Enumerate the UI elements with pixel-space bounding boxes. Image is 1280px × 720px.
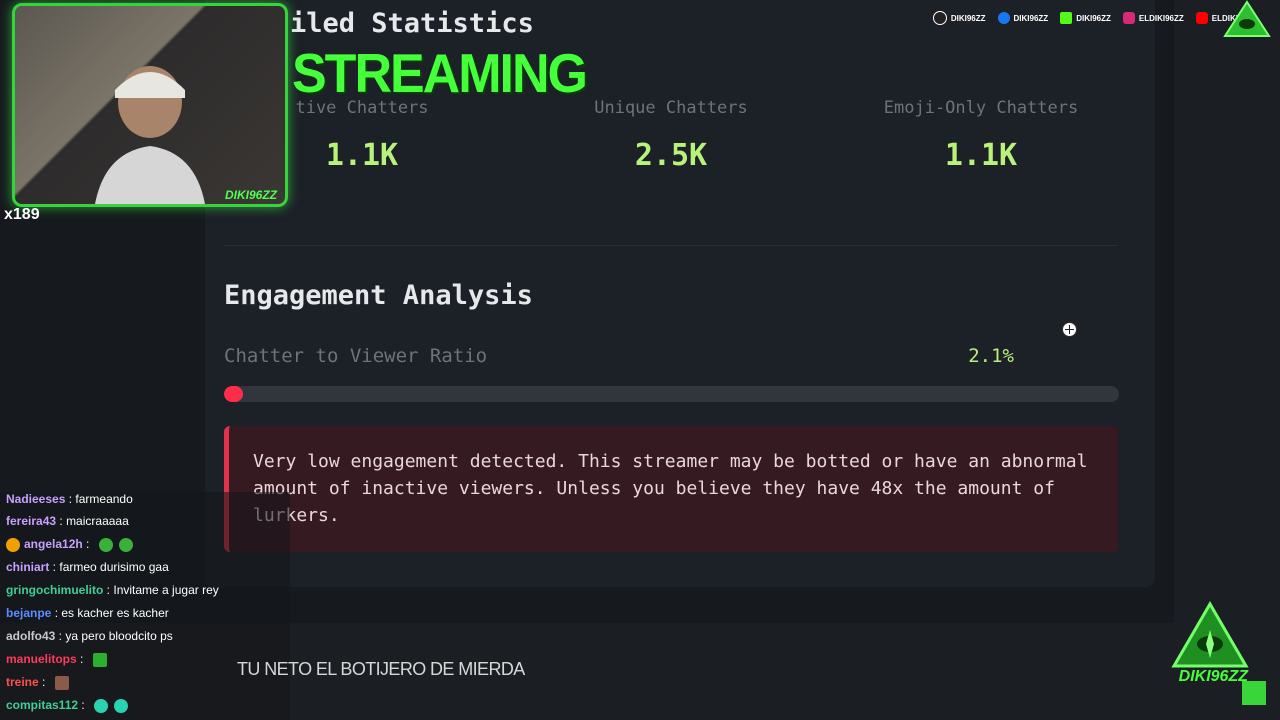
social-handle: DIKI96ZZ <box>1013 13 1049 23</box>
eye-pyramid-logo-icon <box>1223 0 1271 37</box>
chat-message: Nadieeses : farmeando <box>6 492 133 506</box>
chat-message: compitas112 : <box>6 698 129 713</box>
tiktok-icon <box>932 11 947 25</box>
stats-title: iled Statistics <box>290 8 534 39</box>
chat-text: ya pero bloodcito ps <box>65 629 173 643</box>
social-facebook[interactable]: DIKI96ZZ <box>997 12 1049 24</box>
sub-count: x189 <box>4 206 40 223</box>
webcam-frame: DIKI96ZZ <box>12 3 288 207</box>
chat-user: bejanpe <box>6 606 52 620</box>
caption-text: TU NETO EL BOTIJERO DE MIERDA <box>237 659 525 679</box>
chat-message: chiniart : farmeo durisimo gaa <box>6 560 169 574</box>
chat-message: adolfo43 : ya pero bloodcito ps <box>6 629 173 643</box>
ratio-label: Chatter to Viewer Ratio <box>224 345 488 367</box>
ratio-value: 2.1% <box>968 345 1014 367</box>
chat-text: Invitame a jugar rey <box>113 583 219 597</box>
emote-icon <box>94 698 109 713</box>
emote-icon <box>92 652 107 667</box>
corner-badge-icon <box>1242 681 1266 705</box>
chat-user: angela12h <box>24 537 83 551</box>
chat-text: es kacher es kacher <box>61 606 169 620</box>
chat-user: treine <box>6 675 39 689</box>
warning-box: Very low engagement detected. This strea… <box>224 426 1118 552</box>
chat-message: treine : <box>6 675 69 690</box>
cursor-icon <box>1062 322 1077 337</box>
chat-user: fereira43 <box>6 514 57 528</box>
chat-message: angela12h : <box>6 537 133 552</box>
badge-icon <box>6 537 20 552</box>
youtube-icon <box>1195 12 1208 24</box>
chat-user: compitas112 <box>6 698 79 712</box>
streaming-banner: STREAMING <box>292 43 588 105</box>
bottom-logo-text: DIKI96ZZ <box>1178 668 1248 685</box>
stat-value: 1.1K <box>944 138 1018 173</box>
social-instagram[interactable]: ELDIKI96ZZ <box>1122 12 1184 24</box>
chat-user: chiniart <box>6 560 50 574</box>
section-divider <box>224 245 1118 246</box>
facebook-icon <box>997 12 1010 24</box>
emote-icon <box>98 537 113 552</box>
chat-message: fereira43 : maicraaaaa <box>6 514 129 528</box>
chat-user: manuelitops <box>6 652 77 666</box>
chat-user: adolfo43 <box>6 629 56 643</box>
stat-value: 2.5K <box>634 138 708 173</box>
ratio-progress-fill <box>224 386 243 402</box>
chat-message: bejanpe : es kacher es kacher <box>6 606 169 620</box>
streamer-icon <box>95 66 205 204</box>
emote-icon <box>118 537 133 552</box>
stat-card-emoji-only-chatters: Emoji-Only Chatters 1.1K <box>851 90 1111 200</box>
stat-label: Emoji-Only Chatters <box>883 98 1079 118</box>
ratio-progress-bar <box>224 386 1119 402</box>
chat-user: gringochimuelito <box>6 583 104 597</box>
chat-message: gringochimuelito : Invitame a jugar rey <box>6 583 219 597</box>
social-bar: DIKI96ZZ DIKI96ZZ DIKI96ZZ ELDIKI96ZZ EL… <box>932 11 1238 25</box>
social-handle: DIKI96ZZ <box>1076 13 1111 23</box>
warning-text: Very low engagement detected. This strea… <box>253 451 1088 526</box>
webcam-name: DIKI96ZZ <box>224 188 277 202</box>
social-kick[interactable]: DIKI96ZZ <box>1060 12 1111 24</box>
emote-icon <box>114 698 129 713</box>
emote-icon <box>54 675 69 690</box>
chat-user: Nadieeses <box>6 492 66 506</box>
chat-text: farmeando <box>75 492 133 506</box>
chat-text: farmeo durisimo gaa <box>59 560 169 574</box>
social-handle: DIKI96ZZ <box>950 13 986 23</box>
stat-card-unique-chatters: Unique Chatters 2.5K <box>541 90 801 200</box>
chat-text: maicraaaaa <box>66 514 129 528</box>
instagram-icon <box>1122 12 1135 24</box>
chat-message: manuelitops : <box>6 652 107 667</box>
social-tiktok[interactable]: DIKI96ZZ <box>932 11 986 25</box>
chat-overlay: Nadieeses : farmeando fereira43 : maicra… <box>0 492 290 720</box>
engagement-title: Engagement Analysis <box>224 280 533 311</box>
social-handle: ELDIKI96ZZ <box>1138 13 1184 23</box>
kick-icon <box>1060 12 1073 24</box>
